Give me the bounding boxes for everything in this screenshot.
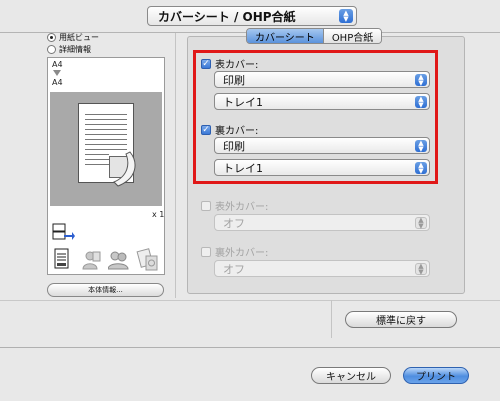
front-outer-cover-checkbox-row[interactable]: 表外カバー: (201, 198, 268, 213)
document-icon (54, 248, 69, 269)
back-outer-cover-select[interactable]: オフ ▲ ▼ (214, 260, 430, 277)
secure-document-icon (136, 248, 158, 271)
front-outer-cover-select[interactable]: オフ ▲ ▼ (214, 214, 430, 231)
print-button[interactable]: プリント (403, 367, 469, 384)
radio-icon (47, 33, 56, 42)
settings-category-popup[interactable]: カバーシート / OHP合紙 ▲ ▼ (147, 6, 357, 26)
tab-ohp-interleave[interactable]: OHP合紙 (322, 29, 382, 43)
reset-defaults-button[interactable]: 標準に戻す (345, 311, 457, 328)
size-from-label: A4 (52, 60, 63, 69)
tab-bar: カバーシート OHP合紙 (246, 28, 383, 44)
cancel-button[interactable]: キャンセル (311, 367, 391, 384)
view-option-paper[interactable]: 用紙ビュー (47, 32, 99, 43)
size-to-label: A4 (52, 78, 63, 87)
checkbox-icon[interactable] (201, 246, 211, 257)
divider (0, 347, 500, 348)
user-icon (82, 251, 101, 270)
popup-stepper-icon: ▲ ▼ (339, 9, 353, 23)
copies-label: x 1 (152, 210, 165, 219)
view-options: 用紙ビュー 詳細情報 (47, 32, 99, 55)
users-icon (108, 251, 129, 270)
popup-stepper-icon: ▲ ▼ (415, 217, 427, 230)
back-outer-cover-checkbox-row[interactable]: 裏外カバー: (201, 244, 268, 259)
back-outer-cover-label: 裏外カバー: (215, 248, 269, 259)
divider (331, 300, 332, 338)
highlight-box (193, 50, 438, 184)
view-option-details[interactable]: 詳細情報 (47, 44, 99, 55)
output-tray-icon (52, 223, 75, 240)
arrow-down-icon (53, 70, 61, 76)
page-curl-icon (113, 151, 136, 187)
popup-stepper-icon: ▲ ▼ (415, 263, 427, 276)
settings-category-label: カバーシート / OHP合紙 (158, 9, 296, 24)
radio-icon (47, 45, 56, 54)
device-info-button[interactable]: 本体情報... (47, 283, 164, 297)
divider (0, 300, 500, 301)
panel-divider (175, 33, 176, 298)
front-outer-cover-label: 表外カバー: (215, 202, 269, 213)
tab-cover-sheet[interactable]: カバーシート (247, 29, 323, 43)
checkbox-icon[interactable] (201, 200, 211, 211)
